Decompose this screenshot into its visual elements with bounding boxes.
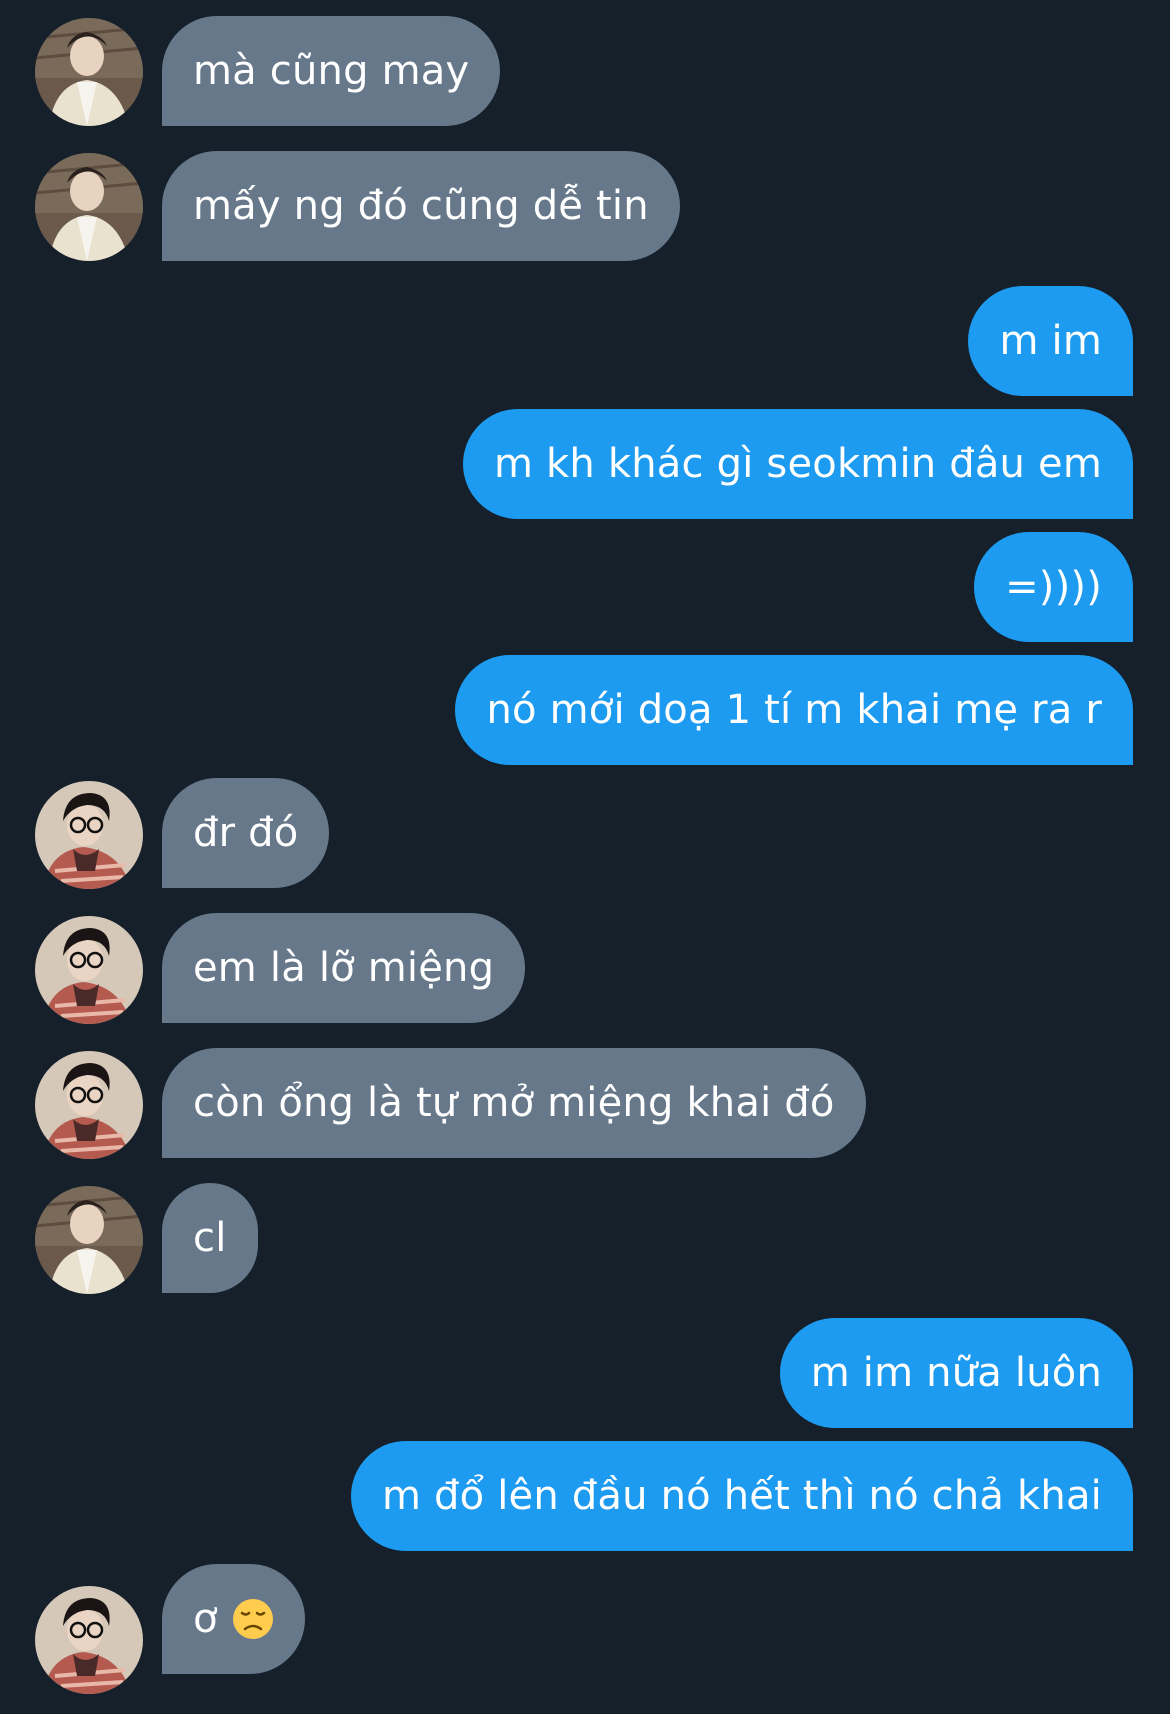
sent-message[interactable]: m im (968, 286, 1133, 396)
message-text: =)))) (1005, 564, 1102, 610)
avatar[interactable] (35, 1586, 143, 1694)
avatar[interactable] (35, 1051, 143, 1159)
avatar[interactable] (35, 18, 143, 126)
disappointed-face-emoji-icon (232, 1598, 274, 1640)
sent-message[interactable]: m im nữa luôn (779, 1318, 1133, 1428)
message-text: còn ổng là tự mở miệng khai đó (193, 1080, 835, 1126)
received-message[interactable]: em là lỡ miệng (162, 913, 526, 1023)
received-message[interactable]: đr đó (162, 778, 330, 888)
message-text: đr đó (193, 810, 299, 856)
received-message[interactable]: còn ổng là tự mở miệng khai đó (162, 1048, 866, 1158)
sent-message[interactable]: m đổ lên đầu nó hết thì nó chả khai (350, 1441, 1133, 1551)
avatar[interactable] (35, 1186, 143, 1294)
message-text: em là lỡ miệng (193, 945, 495, 991)
message-text: m đổ lên đầu nó hết thì nó chả khai (381, 1473, 1102, 1519)
received-message[interactable]: cl (162, 1183, 258, 1293)
avatar[interactable] (35, 781, 143, 889)
message-text: ơ (193, 1596, 218, 1642)
message-text: m im nữa luôn (810, 1350, 1102, 1396)
received-message[interactable]: ơ (162, 1564, 305, 1674)
message-text: cl (193, 1215, 227, 1261)
message-text: m kh khác gì seokmin đâu em (493, 441, 1102, 487)
message-text: m im (999, 318, 1102, 364)
sent-message[interactable]: nó mới doạ 1 tí m khai mẹ ra r (455, 655, 1133, 765)
sent-message[interactable]: m kh khác gì seokmin đâu em (462, 409, 1133, 519)
avatar[interactable] (35, 153, 143, 261)
message-text: mà cũng may (193, 48, 470, 94)
message-text: mấy ng đó cũng dễ tin (193, 183, 649, 229)
received-message[interactable]: mà cũng may (162, 16, 501, 126)
message-text: nó mới doạ 1 tí m khai mẹ ra r (486, 687, 1102, 733)
avatar[interactable] (35, 916, 143, 1024)
received-message[interactable]: mấy ng đó cũng dễ tin (162, 151, 680, 261)
sent-message[interactable]: =)))) (974, 532, 1133, 642)
